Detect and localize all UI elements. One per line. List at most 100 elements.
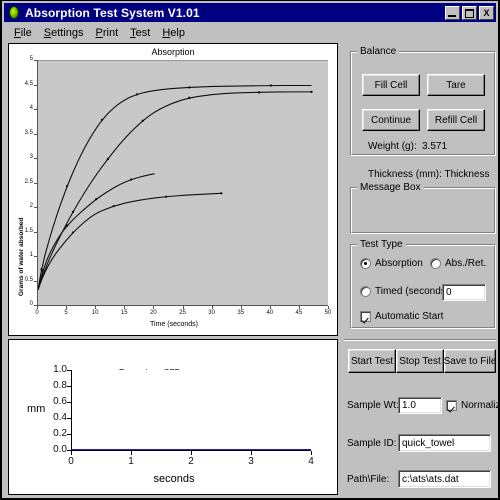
radio-absorption-dot [360, 258, 371, 269]
chart-data-point [112, 204, 115, 208]
menu-item-print[interactable]: Print [90, 26, 125, 40]
absorption-plot-area [37, 60, 328, 305]
menu-item-file[interactable]: File [8, 26, 38, 40]
start-test-button[interactable]: Start Test [348, 349, 396, 373]
y-tick [34, 84, 37, 86]
test-type-group-title: Test Type [357, 239, 406, 250]
title-bar: Absorption Test System V1.01 X [4, 3, 496, 22]
message-box-content [358, 201, 488, 229]
close-icon: X [483, 7, 490, 18]
y-tick-label: 3.5 [24, 129, 33, 136]
y-tick-label: 0.6 [53, 396, 67, 407]
x-tick-label: 45 [295, 310, 303, 316]
x-tick-label: 15 [120, 310, 128, 316]
menu-bar: File Settings Print Test Help [4, 24, 496, 41]
path-file-input[interactable]: c:\ats\ats.dat [398, 470, 491, 488]
tare-button[interactable]: Tare [427, 74, 485, 96]
x-tick-label: 30 [208, 310, 215, 316]
y-tick [34, 60, 37, 61]
x-tick [298, 306, 300, 309]
x-tick-label: 25 [179, 310, 186, 316]
chart-series-line [38, 192, 222, 291]
save-to-file-button[interactable]: Save to File [444, 349, 496, 373]
chart-data-point [66, 224, 69, 227]
y-tick [34, 280, 37, 282]
absorption-curves [38, 84, 313, 291]
close-button[interactable]: X [479, 5, 494, 20]
y-tick [67, 450, 71, 451]
y-tick [67, 418, 71, 419]
window-controls: X [445, 5, 494, 20]
automatic-start-checkbox[interactable]: Automatic Start [360, 311, 443, 322]
continue-button[interactable]: Continue [362, 109, 420, 131]
y-tick [34, 305, 37, 306]
thickness-label: Thickness (mm): Thickness [368, 169, 490, 180]
minimize-button[interactable] [445, 5, 460, 20]
panel-divider [344, 339, 496, 341]
x-tick-label: 1 [128, 456, 134, 467]
normalize-check-icon [446, 400, 457, 411]
x-tick [66, 306, 68, 309]
sample-wt-input[interactable]: 1.0 [398, 397, 442, 414]
window-title: Absorption Test System V1.01 [25, 5, 200, 20]
chart-data-point [164, 195, 168, 198]
chart-data-point [135, 93, 139, 96]
x-tick [131, 451, 132, 455]
normalize-checkbox[interactable]: Normalize [446, 400, 498, 411]
menu-item-help[interactable]: Help [156, 26, 191, 40]
y-tick [34, 109, 37, 110]
path-file-label: Path\File: [347, 474, 390, 485]
chart-data-point [95, 198, 98, 201]
y-tick-label: 0.5 [24, 276, 33, 283]
menu-item-test[interactable]: Test [124, 26, 156, 40]
stop-test-button[interactable]: Stop Test [396, 349, 444, 373]
y-tick-label: 4 [29, 105, 33, 111]
y-tick-label: 5 [29, 56, 33, 62]
chart-data-point [106, 157, 109, 161]
y-tick [34, 231, 37, 233]
y-tick-label: 0 [29, 301, 33, 307]
x-tick [153, 306, 155, 309]
chart-data-point [188, 96, 191, 99]
chart-data-point [66, 184, 69, 188]
x-tick [182, 306, 184, 309]
radio-timed-dot [360, 286, 371, 297]
refill-cell-button[interactable]: Refill Cell [427, 109, 485, 131]
radio-abs-ret[interactable]: Abs./Ret. [430, 258, 486, 269]
chart-data-point [269, 84, 272, 87]
x-tick [211, 306, 213, 309]
radio-absorption[interactable]: Absorption [360, 258, 423, 269]
expansion-chart-panel: Expansion - OFF mm 012340.00.20.40.60.81… [8, 339, 338, 495]
y-tick-label: 2.5 [24, 178, 33, 185]
radio-abs-ret-dot [430, 258, 441, 269]
timed-seconds-input[interactable]: 0 [442, 284, 486, 301]
automatic-start-label: Automatic Start [375, 311, 444, 322]
menu-item-settings[interactable]: Settings [38, 26, 90, 40]
y-tick [34, 256, 37, 257]
sample-wt-label: Sample Wt: [347, 400, 399, 411]
y-tick-label: 0.0 [53, 444, 67, 455]
x-tick [37, 306, 38, 309]
chart-data-point [42, 272, 45, 275]
y-tick-label: 0.8 [53, 380, 67, 391]
x-tick [311, 451, 312, 455]
chart-data-point [71, 231, 75, 234]
maximize-button[interactable] [462, 5, 477, 20]
absorption-chart-title: Absorption [151, 47, 195, 57]
x-tick-label: 10 [91, 310, 99, 316]
x-tick-label: 50 [324, 310, 332, 316]
y-tick-label: 1.5 [24, 227, 33, 234]
fill-cell-button[interactable]: Fill Cell [362, 74, 420, 96]
x-tick [124, 306, 126, 309]
message-box-group-title: Message Box [357, 182, 424, 193]
weight-label: Weight (g): [368, 141, 417, 152]
x-tick [240, 306, 242, 309]
x-tick-label: 4 [308, 456, 314, 467]
y-tick [34, 158, 37, 159]
chart-data-point [130, 178, 133, 181]
radio-abs-ret-label: Abs./Ret. [445, 258, 487, 269]
y-tick [34, 182, 37, 184]
radio-timed[interactable]: Timed (seconds) [360, 286, 449, 297]
chart-data-point [100, 118, 104, 121]
sample-id-input[interactable]: quick_towel [398, 434, 491, 452]
